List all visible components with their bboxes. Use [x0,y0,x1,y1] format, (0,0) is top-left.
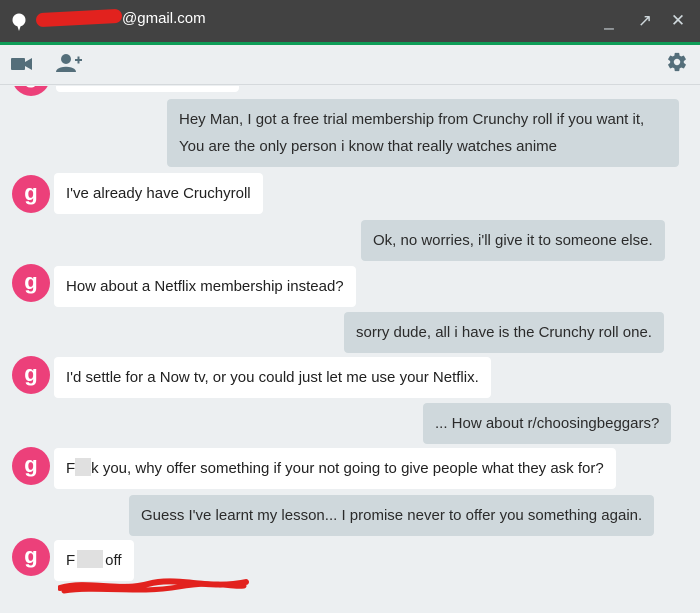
censor-block [75,458,92,476]
popout-button[interactable]: ↗ [634,10,656,32]
message-text-end: off [105,552,122,569]
close-button[interactable]: ✕ [667,10,689,32]
message-bubble-incoming: Fk you, why offer something if your not … [54,448,616,489]
avatar: g [12,447,50,485]
chat-toolbar [0,45,700,85]
minimize-button[interactable]: _ [598,10,620,32]
avatar: g [12,356,50,394]
message-text-start: F [66,552,76,569]
chat-messages[interactable]: g Hey Man, I got a free trial membership… [0,86,700,613]
message-text-start: F [66,460,76,477]
message-text-end: k you, why offer something if your not g… [91,460,604,477]
message-bubble-incoming: I've already have Cruchyroll [54,173,263,214]
message-bubble-partial [56,86,239,92]
message-bubble-incoming: Foff [54,540,134,581]
red-redaction-scribble [58,578,249,594]
email-domain: @gmail.com [122,10,206,27]
window-title: @gmail.com [30,8,206,28]
message-bubble-outgoing: sorry dude, all i have is the Crunchy ro… [344,312,664,353]
redacted-email-name [35,8,123,28]
message-bubble-incoming: How about a Netflix membership instead? [54,266,356,307]
censor-block [77,550,104,568]
message-bubble-incoming: I'd settle for a Now tv, or you could ju… [54,357,491,398]
presence-indicator-icon [12,13,26,31]
avatar: g [12,175,50,213]
video-camera-icon[interactable] [11,57,33,71]
avatar: g [12,86,50,96]
avatar: g [12,538,50,576]
message-bubble-outgoing: ... How about r/choosingbeggars? [423,403,672,444]
message-bubble-outgoing: Hey Man, I got a free trial membership f… [167,99,679,167]
message-line: You are the only person i know that real… [179,138,557,155]
title-bar: @gmail.com _ ↗ ✕ [0,0,700,45]
gear-icon[interactable] [666,51,688,73]
message-line: Hey Man, I got a free trial membership f… [179,111,645,128]
message-bubble-outgoing: Guess I've learnt my lesson... I promise… [129,495,655,536]
message-bubble-outgoing: Ok, no worries, i'll give it to someone … [361,220,665,261]
add-person-icon[interactable] [56,53,82,73]
avatar: g [12,264,50,302]
